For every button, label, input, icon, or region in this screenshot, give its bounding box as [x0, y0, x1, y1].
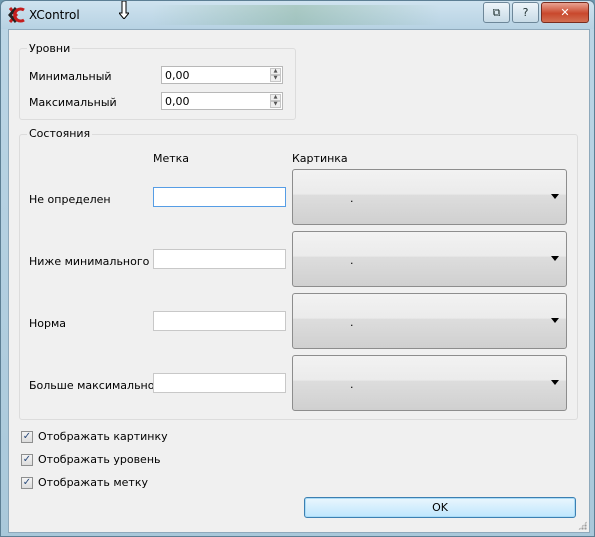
- picture-value: .: [350, 192, 354, 205]
- close-icon: ✕: [560, 6, 570, 19]
- state-name-normal: Норма: [29, 317, 67, 330]
- title-bar[interactable]: XControl ⧉ ? ✕: [1, 1, 594, 29]
- restore-button[interactable]: ⧉: [483, 2, 510, 23]
- close-button[interactable]: ✕: [541, 2, 589, 23]
- dropdown-arrow-icon[interactable]: [551, 380, 559, 385]
- min-level-value: 0,00: [165, 69, 190, 82]
- state-picture-select-normal[interactable]: .: [292, 293, 567, 349]
- mouse-cursor-icon: [119, 1, 129, 19]
- states-group-title: Состояния: [27, 127, 93, 140]
- help-icon: ?: [522, 6, 529, 19]
- xcontrol-app-icon: [8, 7, 25, 23]
- state-label-input-below-min[interactable]: [153, 249, 286, 269]
- spin-down-icon[interactable]: ▼: [270, 101, 281, 108]
- min-level-label: Минимальный: [29, 70, 112, 83]
- state-picture-select-above-max[interactable]: .: [292, 355, 567, 411]
- checkmark-icon[interactable]: ✓: [21, 453, 33, 466]
- min-level-stepper[interactable]: ▲ ▼: [270, 68, 281, 82]
- state-label-input-undefined[interactable]: [153, 187, 286, 207]
- spin-up-icon[interactable]: ▲: [270, 68, 281, 75]
- state-label-input-above-max[interactable]: [153, 373, 286, 393]
- state-name-undefined: Не определен: [29, 193, 111, 206]
- show-picture-checkbox[interactable]: ✓ Отображать картинку: [21, 430, 168, 443]
- show-level-label: Отображать уровень: [38, 453, 161, 466]
- background-window-ghost: [151, 5, 441, 25]
- levels-group-title: Уровни: [27, 42, 73, 55]
- dropdown-arrow-icon[interactable]: [551, 256, 559, 261]
- ok-button[interactable]: OK: [304, 497, 576, 518]
- checkmark-icon[interactable]: ✓: [21, 430, 33, 443]
- min-level-spinbox[interactable]: 0,00 ▲ ▼: [161, 66, 283, 84]
- spin-down-icon[interactable]: ▼: [270, 75, 281, 82]
- state-label-input-normal[interactable]: [153, 311, 286, 331]
- state-name-below-min: Ниже минимального: [29, 255, 150, 268]
- picture-value: .: [350, 378, 354, 391]
- max-level-spinbox[interactable]: 0,00 ▲ ▼: [161, 92, 283, 110]
- max-level-value: 0,00: [165, 95, 190, 108]
- help-button[interactable]: ?: [512, 2, 539, 23]
- checkmark-icon[interactable]: ✓: [21, 476, 33, 489]
- dialog-window: XControl ⧉ ? ✕ Уровни Минимальный 0,00 ▲…: [0, 0, 595, 537]
- state-picture-select-undefined[interactable]: .: [292, 169, 567, 225]
- state-name-above-max: Больше максимального: [29, 379, 167, 392]
- dropdown-arrow-icon[interactable]: [551, 194, 559, 199]
- restore-icon: ⧉: [492, 5, 501, 19]
- show-picture-label: Отображать картинку: [38, 430, 168, 443]
- max-level-stepper[interactable]: ▲ ▼: [270, 94, 281, 108]
- spin-up-icon[interactable]: ▲: [270, 94, 281, 101]
- show-label-label: Отображать метку: [38, 476, 148, 489]
- dropdown-arrow-icon[interactable]: [551, 318, 559, 323]
- resize-grip-icon[interactable]: [578, 521, 587, 530]
- show-level-checkbox[interactable]: ✓ Отображать уровень: [21, 453, 161, 466]
- picture-value: .: [350, 254, 354, 267]
- dialog-client-area: Уровни Минимальный 0,00 ▲ ▼ Максимальный…: [8, 29, 590, 533]
- max-level-label: Максимальный: [29, 96, 117, 109]
- show-label-checkbox[interactable]: ✓ Отображать метку: [21, 476, 148, 489]
- label-column-header: Метка: [153, 152, 190, 165]
- picture-column-header: Картинка: [292, 152, 348, 165]
- picture-value: .: [350, 316, 354, 329]
- state-picture-select-below-min[interactable]: .: [292, 231, 567, 287]
- window-title: XControl: [29, 8, 80, 22]
